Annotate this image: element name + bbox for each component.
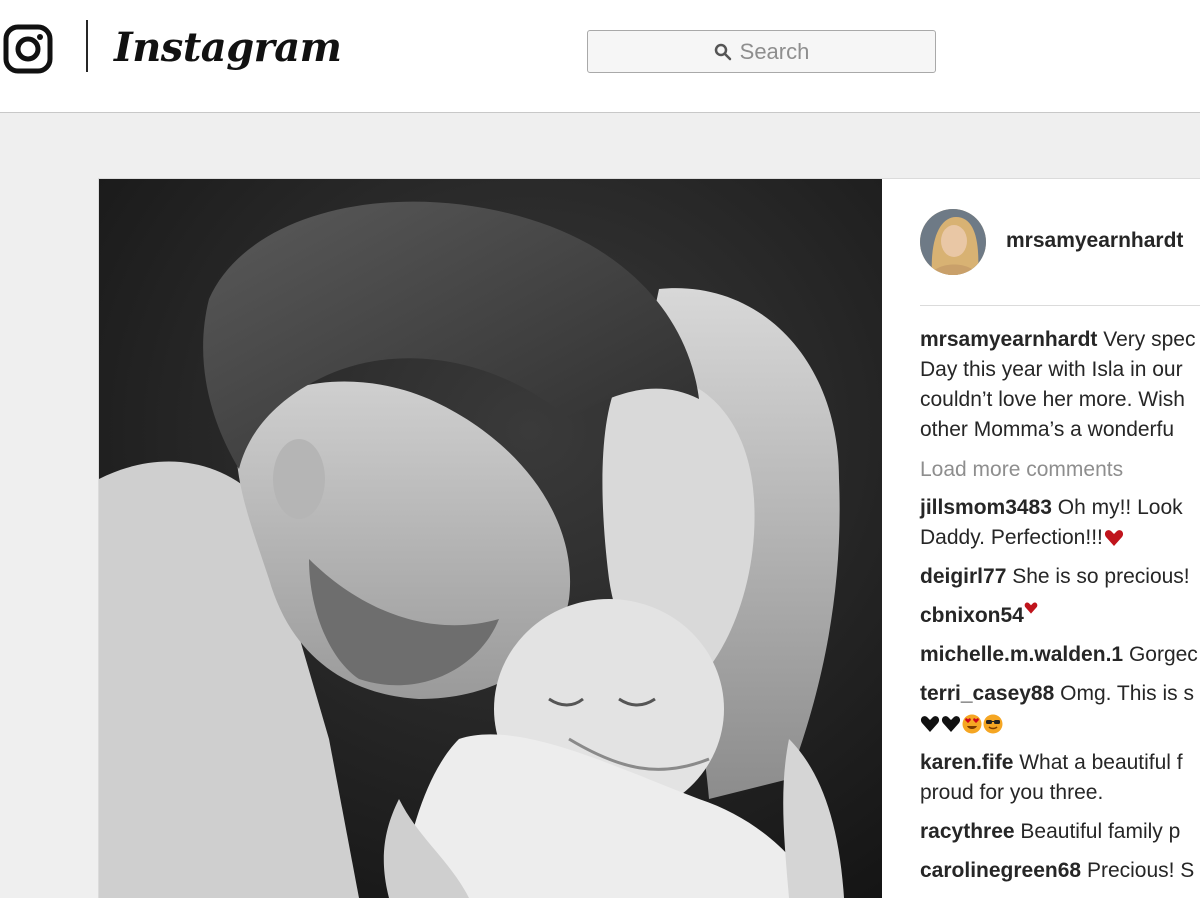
comment-username[interactable]: cbnixon54	[920, 604, 1024, 627]
comment-text: Omg. This is s	[1060, 682, 1194, 705]
comment-username[interactable]: racythree	[920, 820, 1015, 843]
comments-list: mrsamyearnhardt Very spec Day this year …	[920, 325, 1200, 886]
comment-item: carolinegreen68 Precious! S	[920, 856, 1200, 886]
instagram-wordmark[interactable]: Instagram	[114, 18, 342, 78]
caption-line: Day this year with Isla in our	[920, 358, 1183, 381]
comment-text: Precious! S	[1086, 859, 1195, 882]
red-heart-icon	[1104, 530, 1123, 547]
black-heart-icon	[920, 716, 940, 733]
comment-text: Beautiful family p	[1020, 820, 1181, 843]
comment-text: proud for you three.	[920, 781, 1104, 804]
comment-item: cbnixon54	[920, 601, 1200, 631]
comment-username[interactable]: deigirl77	[920, 565, 1006, 588]
sunglasses-emoji-icon	[983, 714, 1003, 734]
post-author-header: mrsamyearnhardt	[920, 209, 1200, 275]
comment-username[interactable]: michelle.m.walden.1	[920, 643, 1123, 666]
load-more-comments-link[interactable]: Load more comments	[920, 455, 1200, 485]
comment-text: Daddy. Perfection!!!	[920, 526, 1103, 549]
red-heart-icon	[1024, 602, 1038, 614]
top-nav-bar: Instagram Search	[0, 0, 1200, 113]
comment-text: What a beautiful f	[1019, 751, 1183, 774]
caption-line: other Momma’s a wonderfu	[920, 418, 1175, 441]
search-placeholder: Search	[739, 38, 810, 64]
comment-text: Gorgec	[1128, 643, 1198, 666]
post-caption: mrsamyearnhardt Very spec Day this year …	[920, 325, 1200, 445]
post-card: mrsamyearnhardt mrsamyearnhardt Very spe…	[98, 178, 1200, 898]
comment-item: jillsmom3483 Oh my!! Look Daddy. Perfect…	[920, 493, 1200, 553]
comment-item: terri_casey88 Omg. This is s	[920, 679, 1200, 739]
instagram-camera-icon[interactable]	[3, 24, 53, 74]
comment-item: karen.fife What a beautiful f proud for …	[920, 748, 1200, 808]
comment-username[interactable]: jillsmom3483	[920, 496, 1052, 519]
comment-username[interactable]: terri_casey88	[920, 682, 1054, 705]
comment-username[interactable]: karen.fife	[920, 751, 1013, 774]
author-username[interactable]: mrsamyearnhardt	[1006, 229, 1183, 253]
comment-item: racythree Beautiful family p	[920, 817, 1200, 847]
comment-text: Oh my!! Look	[1057, 496, 1183, 519]
avatar[interactable]	[920, 209, 986, 275]
caption-line: Very spec	[1103, 328, 1196, 351]
heart-eyes-emoji-icon	[962, 714, 982, 734]
search-icon	[714, 43, 731, 60]
comment-text: She is so precious!	[1012, 565, 1190, 588]
comment-item: deigirl77 She is so precious!	[920, 562, 1200, 592]
comment-item: michelle.m.walden.1 Gorgec	[920, 640, 1200, 670]
logo-divider	[86, 20, 88, 72]
sidebar-divider	[920, 305, 1200, 306]
post-sidebar: mrsamyearnhardt mrsamyearnhardt Very spe…	[882, 179, 1200, 898]
post-photo[interactable]	[99, 179, 882, 898]
black-heart-icon	[941, 716, 961, 733]
search-input[interactable]: Search	[587, 30, 936, 73]
caption-username[interactable]: mrsamyearnhardt	[920, 328, 1097, 351]
caption-line: couldn’t love her more. Wish	[920, 388, 1185, 411]
comment-username[interactable]: carolinegreen68	[920, 859, 1081, 882]
